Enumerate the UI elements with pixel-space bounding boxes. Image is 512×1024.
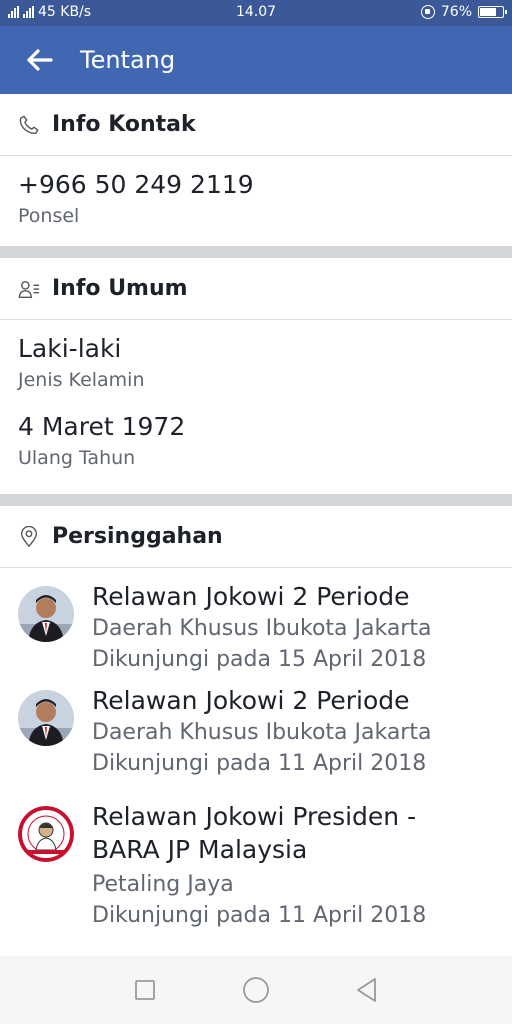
- place-name: Relawan Jokowi 2 Periode: [92, 582, 410, 611]
- section-title: Persinggahan: [52, 524, 223, 549]
- visit-date: Dikunjungi pada 11 April 2018: [92, 751, 427, 776]
- place-name-line1: Relawan Jokowi Presiden -: [92, 802, 417, 831]
- back-button[interactable]: [0, 26, 80, 94]
- arrow-left-icon: [27, 49, 53, 71]
- rotation-lock-icon: [420, 5, 435, 19]
- place-item[interactable]: Relawan Jokowi 2 Periode Daerah Khusus I…: [0, 568, 512, 684]
- place-location: Daerah Khusus Ibukota Jakarta: [92, 616, 432, 641]
- gender-item: Laki-laki Jenis Kelamin: [0, 320, 512, 408]
- back-nav-button[interactable]: [347, 970, 387, 1010]
- place-name: Relawan Jokowi 2 Periode: [92, 686, 410, 715]
- place-item[interactable]: Relawan Jokowi Presiden - BARA JP Malays…: [0, 800, 512, 940]
- phone-item[interactable]: +966 50 249 2119 Ponsel: [0, 156, 512, 246]
- birthday-label: Ulang Tahun: [18, 447, 136, 469]
- place-logo: [18, 806, 74, 862]
- visit-date: Dikunjungi pada 11 April 2018: [92, 903, 427, 928]
- circle-icon: [243, 977, 269, 1003]
- place-avatar: [18, 690, 74, 746]
- gender-label: Jenis Kelamin: [18, 369, 145, 391]
- battery-icon: [478, 6, 507, 18]
- place-item[interactable]: Relawan Jokowi 2 Periode Daerah Khusus I…: [0, 684, 512, 800]
- places-header: Persinggahan: [0, 506, 512, 568]
- section-title: Info Kontak: [52, 112, 196, 137]
- phone-number: +966 50 249 2119: [18, 170, 254, 199]
- recent-apps-button[interactable]: [125, 970, 165, 1010]
- contact-info-header: Info Kontak: [0, 94, 512, 156]
- phone-label: Ponsel: [18, 205, 80, 227]
- section-title: Info Umum: [52, 276, 188, 301]
- square-icon: [135, 980, 156, 1000]
- gender-value: Laki-laki: [18, 334, 122, 363]
- place-location: Petaling Jaya: [92, 872, 234, 897]
- visit-date: Dikunjungi pada 15 April 2018: [92, 647, 427, 672]
- birthday-item: 4 Maret 1972 Ulang Tahun: [0, 408, 512, 494]
- place-location: Daerah Khusus Ibukota Jakarta: [92, 720, 432, 745]
- place-avatar: [18, 586, 74, 642]
- general-info-header: Info Umum: [0, 258, 512, 320]
- page-title: Tentang: [80, 46, 176, 74]
- phone-icon: [18, 114, 40, 136]
- birthday-value: 4 Maret 1972: [18, 412, 186, 441]
- status-bar: 45 KB/s 14.07 76%: [0, 0, 512, 26]
- place-name-line2: BARA JP Malaysia: [92, 835, 308, 864]
- section-divider: [0, 246, 512, 258]
- battery-percent: 76%: [440, 4, 472, 20]
- triangle-back-icon: [356, 978, 376, 1002]
- home-button[interactable]: [236, 970, 276, 1010]
- navigation-bar: [0, 956, 512, 1024]
- section-divider: [0, 494, 512, 506]
- person-list-icon: [18, 278, 40, 300]
- location-pin-icon: [18, 525, 40, 548]
- app-bar: Tentang: [0, 26, 512, 94]
